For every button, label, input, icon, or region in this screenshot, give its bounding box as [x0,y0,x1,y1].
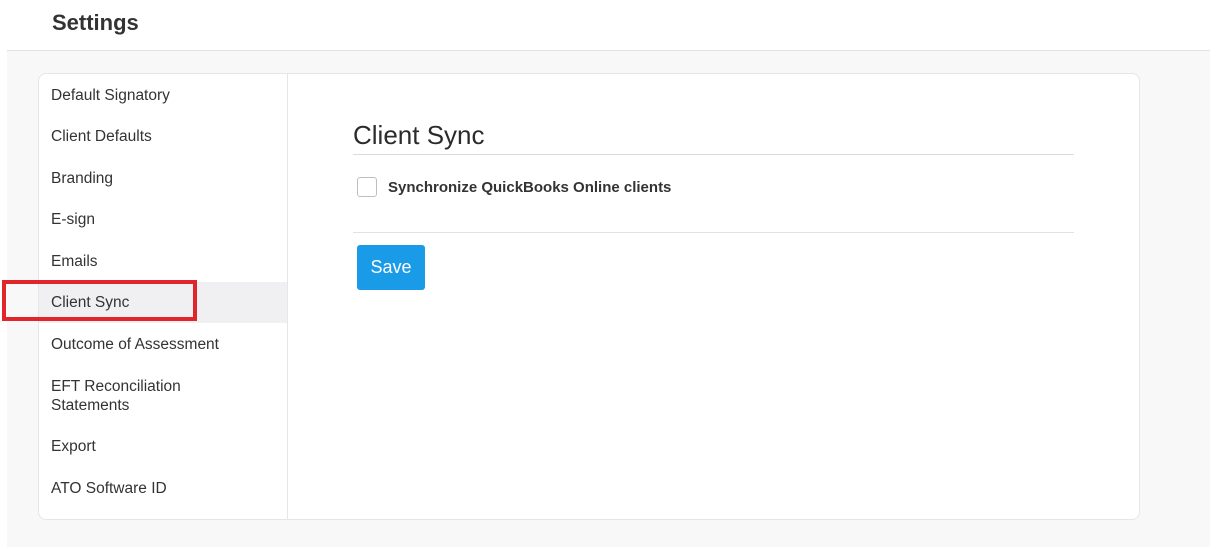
sync-quickbooks-option[interactable]: Synchronize QuickBooks Online clients [357,175,671,199]
sidebar-item-ato-software-id[interactable]: ATO Software ID [39,479,287,498]
sidebar-item-eft-reconciliation-statements[interactable]: EFT Reconciliation Statements [39,377,287,415]
sidebar-item-label: Export [51,438,96,455]
sidebar-item-client-sync[interactable]: Client Sync [39,282,287,323]
sidebar-item-label: E-sign [51,211,95,228]
sidebar-item-emails[interactable]: Emails [39,252,287,271]
sidebar-item-label: Default Signatory [51,87,170,104]
save-button[interactable]: Save [357,245,425,290]
sidebar-item-label-line-2: Statements [51,397,130,414]
sidebar-item-label: Client Sync [51,294,130,311]
sidebar-item-branding[interactable]: Branding [39,169,287,188]
sidebar-item-export[interactable]: Export [39,437,287,456]
sidebar-item-e-sign[interactable]: E-sign [39,210,287,229]
client-sync-panel: Client Sync Synchronize QuickBooks Onlin… [288,74,1139,519]
sidebar-item-default-signatory[interactable]: Default Signatory [39,86,287,105]
section-title: Client Sync [353,120,485,150]
sidebar-item-label-line-1: EFT Reconciliation [51,378,181,395]
sidebar-item-label: Client Defaults [51,128,152,145]
settings-card: Default Signatory Client Defaults Brandi… [38,73,1140,520]
top-bar: Settings [0,0,1210,50]
title-divider [353,154,1074,155]
sync-quickbooks-label: Synchronize QuickBooks Online clients [388,178,672,196]
sidebar-item-outcome-of-assessment[interactable]: Outcome of Assessment [39,335,287,354]
settings-sidebar: Default Signatory Client Defaults Brandi… [39,74,288,519]
page-title: Settings [52,10,139,35]
form-divider [353,232,1074,233]
sidebar-item-label: Outcome of Assessment [51,336,219,353]
sidebar-item-client-defaults[interactable]: Client Defaults [39,127,287,146]
sidebar-item-label: Emails [51,253,98,270]
sync-quickbooks-checkbox[interactable] [357,177,377,197]
sidebar-item-label: ATO Software ID [51,480,167,497]
sidebar-item-label: Branding [51,170,114,187]
